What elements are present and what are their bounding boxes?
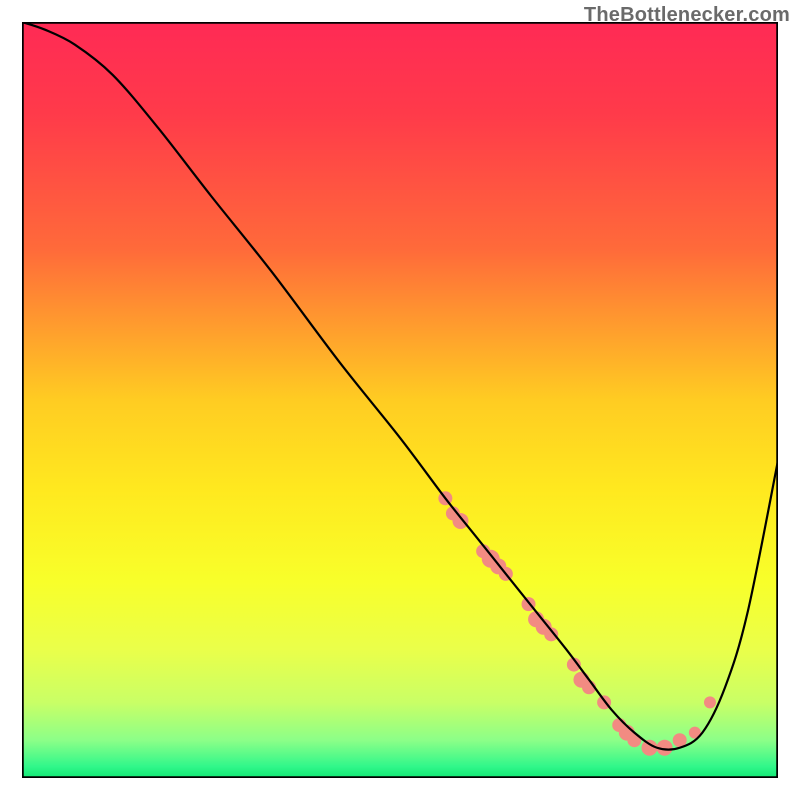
data-marker [704,696,716,708]
data-marker [452,513,468,529]
chart-svg [22,22,778,778]
plot-area [22,22,778,778]
gradient-background [22,22,778,778]
chart-container: TheBottlenecker.com [0,0,800,800]
attribution-text: TheBottlenecker.com [584,4,790,27]
